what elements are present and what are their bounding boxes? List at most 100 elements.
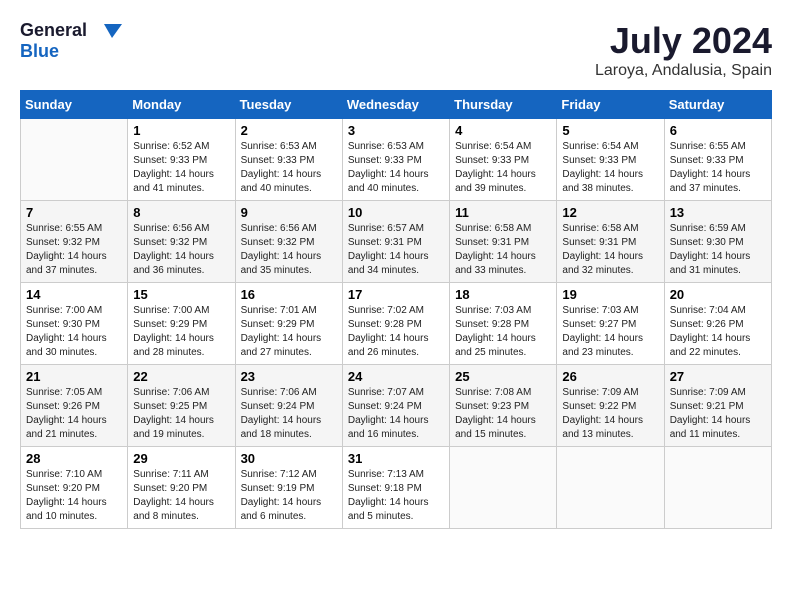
day-number: 4 <box>455 123 551 138</box>
month-title: July 2024 <box>595 20 772 62</box>
logo-line2: Blue <box>20 42 124 62</box>
calendar-week-1: 7Sunrise: 6:55 AMSunset: 9:32 PMDaylight… <box>21 201 772 283</box>
day-number: 5 <box>562 123 658 138</box>
daylight-text: Daylight: 14 hours and 37 minutes. <box>26 250 122 278</box>
sunset-text: Sunset: 9:33 PM <box>348 154 444 168</box>
sunset-text: Sunset: 9:33 PM <box>670 154 766 168</box>
day-number: 2 <box>241 123 337 138</box>
calendar-cell: 6Sunrise: 6:55 AMSunset: 9:33 PMDaylight… <box>664 119 771 201</box>
day-number: 30 <box>241 451 337 466</box>
day-info: Sunrise: 7:06 AMSunset: 9:25 PMDaylight:… <box>133 386 229 442</box>
sunset-text: Sunset: 9:31 PM <box>455 236 551 250</box>
daylight-text: Daylight: 14 hours and 26 minutes. <box>348 332 444 360</box>
day-info: Sunrise: 7:03 AMSunset: 9:28 PMDaylight:… <box>455 304 551 360</box>
sunrise-text: Sunrise: 7:05 AM <box>26 386 122 400</box>
day-number: 11 <box>455 205 551 220</box>
calendar-cell: 20Sunrise: 7:04 AMSunset: 9:26 PMDayligh… <box>664 283 771 365</box>
day-number: 10 <box>348 205 444 220</box>
sunset-text: Sunset: 9:30 PM <box>26 318 122 332</box>
day-info: Sunrise: 7:09 AMSunset: 9:21 PMDaylight:… <box>670 386 766 442</box>
sunrise-text: Sunrise: 7:06 AM <box>133 386 229 400</box>
day-info: Sunrise: 7:01 AMSunset: 9:29 PMDaylight:… <box>241 304 337 360</box>
day-number: 23 <box>241 369 337 384</box>
day-info: Sunrise: 6:58 AMSunset: 9:31 PMDaylight:… <box>562 222 658 278</box>
sunrise-text: Sunrise: 6:55 AM <box>26 222 122 236</box>
daylight-text: Daylight: 14 hours and 36 minutes. <box>133 250 229 278</box>
daylight-text: Daylight: 14 hours and 8 minutes. <box>133 496 229 524</box>
sunset-text: Sunset: 9:28 PM <box>455 318 551 332</box>
daylight-text: Daylight: 14 hours and 38 minutes. <box>562 168 658 196</box>
sunset-text: Sunset: 9:27 PM <box>562 318 658 332</box>
day-info: Sunrise: 6:52 AMSunset: 9:33 PMDaylight:… <box>133 140 229 196</box>
sunrise-text: Sunrise: 6:53 AM <box>241 140 337 154</box>
day-info: Sunrise: 6:54 AMSunset: 9:33 PMDaylight:… <box>455 140 551 196</box>
sunset-text: Sunset: 9:24 PM <box>241 400 337 414</box>
sunset-text: Sunset: 9:33 PM <box>562 154 658 168</box>
calendar-cell: 15Sunrise: 7:00 AMSunset: 9:29 PMDayligh… <box>128 283 235 365</box>
day-number: 13 <box>670 205 766 220</box>
sunset-text: Sunset: 9:33 PM <box>455 154 551 168</box>
calendar-cell: 23 Sunrise: 7:06 AMSunset: 9:24 PMDayligh… <box>235 365 342 447</box>
calendar-cell: 3Sunrise: 6:53 AMSunset: 9:33 PMDaylight… <box>342 119 449 201</box>
day-info: Sunrise: 7:13 AMSunset: 9:18 PMDaylight:… <box>348 468 444 524</box>
page-header: General Blue July 2024 Laroya, Andalusia… <box>20 20 772 80</box>
day-info: Sunrise: 7:05 AMSunset: 9:26 PMDaylight:… <box>26 386 122 442</box>
calendar-cell <box>557 447 664 529</box>
sunset-text: Sunset: 9:30 PM <box>670 236 766 250</box>
sunset-text: Sunset: 9:19 PM <box>241 482 337 496</box>
day-info: Sunrise: 6:58 AMSunset: 9:31 PMDaylight:… <box>455 222 551 278</box>
location: Laroya, Andalusia, Spain <box>595 62 772 80</box>
sunset-text: Sunset: 9:29 PM <box>133 318 229 332</box>
col-sunday: Sunday <box>21 91 128 119</box>
sunset-text: Sunset: 9:32 PM <box>26 236 122 250</box>
daylight-text: Daylight: 14 hours and 30 minutes. <box>26 332 122 360</box>
calendar-cell: 4 Sunrise: 6:54 AMSunset: 9:33 PMDaylight… <box>450 119 557 201</box>
col-wednesday: Wednesday <box>342 91 449 119</box>
daylight-text: Daylight: 14 hours and 31 minutes. <box>670 250 766 278</box>
day-info: Sunrise: 6:53 AMSunset: 9:33 PMDaylight:… <box>241 140 337 196</box>
day-number: 1 <box>133 123 229 138</box>
daylight-text: Daylight: 14 hours and 33 minutes. <box>455 250 551 278</box>
daylight-text: Daylight: 14 hours and 13 minutes. <box>562 414 658 442</box>
day-info: Sunrise: 7:06 AMSunset: 9:24 PMDaylight:… <box>241 386 337 442</box>
day-info: Sunrise: 7:11 AMSunset: 9:20 PMDaylight:… <box>133 468 229 524</box>
sunset-text: Sunset: 9:32 PM <box>241 236 337 250</box>
sunrise-text: Sunrise: 7:01 AM <box>241 304 337 318</box>
calendar-cell: 26Sunrise: 7:09 AMSunset: 9:22 PMDayligh… <box>557 365 664 447</box>
daylight-text: Daylight: 14 hours and 34 minutes. <box>348 250 444 278</box>
calendar-week-0: 1 Sunrise: 6:52 AMSunset: 9:33 PMDaylight… <box>21 119 772 201</box>
calendar-cell: 13Sunrise: 6:59 AMSunset: 9:30 PMDayligh… <box>664 201 771 283</box>
sunset-text: Sunset: 9:25 PM <box>133 400 229 414</box>
calendar-cell: 18Sunrise: 7:03 AMSunset: 9:28 PMDayligh… <box>450 283 557 365</box>
daylight-text: Daylight: 14 hours and 19 minutes. <box>133 414 229 442</box>
calendar-cell: 25Sunrise: 7:08 AMSunset: 9:23 PMDayligh… <box>450 365 557 447</box>
daylight-text: Daylight: 14 hours and 10 minutes. <box>26 496 122 524</box>
logo: General Blue <box>20 20 124 62</box>
day-info: Sunrise: 7:02 AMSunset: 9:28 PMDaylight:… <box>348 304 444 360</box>
calendar-cell <box>450 447 557 529</box>
sunrise-text: Sunrise: 7:12 AM <box>241 468 337 482</box>
sunrise-text: Sunrise: 6:56 AM <box>241 222 337 236</box>
sunrise-text: Sunrise: 7:03 AM <box>455 304 551 318</box>
sunset-text: Sunset: 9:32 PM <box>133 236 229 250</box>
day-info: Sunrise: 7:03 AMSunset: 9:27 PMDaylight:… <box>562 304 658 360</box>
calendar-cell: 27Sunrise: 7:09 AMSunset: 9:21 PMDayligh… <box>664 365 771 447</box>
daylight-text: Daylight: 14 hours and 21 minutes. <box>26 414 122 442</box>
sunset-text: Sunset: 9:20 PM <box>133 482 229 496</box>
sunrise-text: Sunrise: 7:00 AM <box>133 304 229 318</box>
day-number: 28 <box>26 451 122 466</box>
calendar-cell: 21Sunrise: 7:05 AMSunset: 9:26 PMDayligh… <box>21 365 128 447</box>
sunrise-text: Sunrise: 6:53 AM <box>348 140 444 154</box>
day-number: 12 <box>562 205 658 220</box>
sunset-text: Sunset: 9:22 PM <box>562 400 658 414</box>
day-info: Sunrise: 7:00 AMSunset: 9:29 PMDaylight:… <box>133 304 229 360</box>
day-info: Sunrise: 6:55 AMSunset: 9:32 PMDaylight:… <box>26 222 122 278</box>
calendar-cell: 2 Sunrise: 6:53 AMSunset: 9:33 PMDaylight… <box>235 119 342 201</box>
day-info: Sunrise: 7:07 AMSunset: 9:24 PMDaylight:… <box>348 386 444 442</box>
col-thursday: Thursday <box>450 91 557 119</box>
day-number: 6 <box>670 123 766 138</box>
calendar-cell: 28Sunrise: 7:10 AMSunset: 9:20 PMDayligh… <box>21 447 128 529</box>
calendar-cell: 30Sunrise: 7:12 AMSunset: 9:19 PMDayligh… <box>235 447 342 529</box>
sunset-text: Sunset: 9:33 PM <box>133 154 229 168</box>
day-number: 29 <box>133 451 229 466</box>
